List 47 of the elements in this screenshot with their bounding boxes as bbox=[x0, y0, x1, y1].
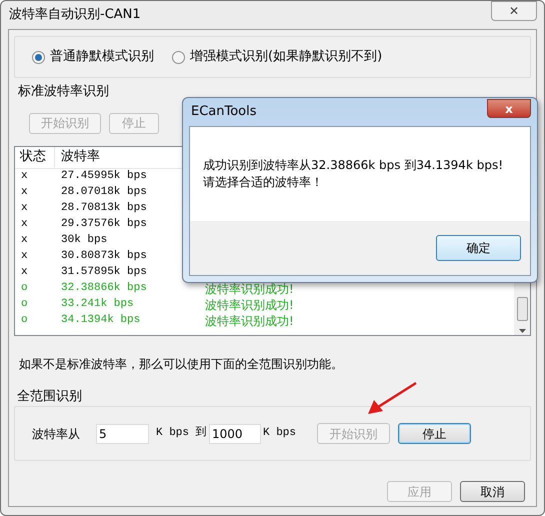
hint-text: 如果不是标准波特率，那么可以使用下面的全范围识别功能。 bbox=[18, 356, 344, 372]
result-cell-text: 波特率识别成功! bbox=[205, 280, 294, 298]
message-text: 请选择合适的波特率！ bbox=[203, 174, 324, 191]
scroll-thumb[interactable] bbox=[516, 296, 528, 320]
status-cell-text: x bbox=[20, 201, 29, 216]
message-box-title: ECanTools bbox=[190, 103, 257, 122]
rate-cell-text: 30.80873k bps bbox=[60, 249, 148, 264]
unit-label: K bps bbox=[263, 426, 298, 442]
button[interactable]: 停止 bbox=[398, 423, 471, 444]
status-cell-text: x bbox=[20, 217, 29, 232]
rate-cell-text: 28.07018k bps bbox=[60, 185, 148, 200]
rate-cell-text: 31.57895k bps bbox=[60, 265, 148, 280]
status-cell-text: o bbox=[20, 297, 29, 312]
ok-button[interactable]: 确定 bbox=[436, 235, 521, 261]
rate-cell-text: 28.70813k bps bbox=[60, 201, 148, 216]
status-cell-text: x bbox=[20, 265, 29, 280]
radio-option[interactable]: 增强模式识别(如果静默识别不到) bbox=[172, 47, 382, 67]
status-cell-text: o bbox=[20, 281, 29, 296]
column-header[interactable]: 波特率 bbox=[55, 147, 100, 167]
status-cell-text: x bbox=[20, 169, 29, 184]
input-field[interactable]: 5 bbox=[96, 424, 149, 444]
input-field[interactable]: 1000 bbox=[209, 424, 261, 444]
status-cell-text: x bbox=[20, 233, 29, 248]
unit-label: K bps 到 bbox=[156, 425, 205, 442]
field-label: 波特率从 bbox=[32, 426, 81, 442]
status-cell-text: x bbox=[20, 185, 29, 200]
rate-cell-text: 34.1394k bps bbox=[60, 313, 142, 328]
group-title: 标准波特率识别 bbox=[18, 83, 109, 101]
rate-cell-text: 29.37576k bps bbox=[60, 217, 148, 232]
scroll-down-icon[interactable] bbox=[518, 328, 526, 332]
result-cell-text: 波特率识别成功! bbox=[205, 296, 294, 314]
status-cell-text: x bbox=[20, 249, 29, 264]
rate-cell-text: 32.38866k bps bbox=[60, 281, 148, 296]
close-button[interactable]: ✕ bbox=[491, 1, 537, 21]
annotation-arrow bbox=[366, 381, 418, 415]
window-title: 波特率自动识别-CAN1 bbox=[8, 6, 141, 24]
rate-cell-text: 33.241k bps bbox=[60, 297, 135, 312]
group-title: 全范围识别 bbox=[17, 388, 82, 406]
radio-option[interactable]: 普通静默模式识别 bbox=[32, 47, 154, 67]
rate-cell-text: 27.45995k bps bbox=[60, 169, 148, 184]
button[interactable]: 取消 bbox=[460, 481, 525, 502]
message-text: 成功识别到波特率从32.38866k bps 到34.1394k bps! bbox=[203, 157, 504, 174]
rate-cell-text: 30k bps bbox=[60, 233, 108, 248]
status-cell-text: o bbox=[20, 313, 29, 328]
column-header[interactable]: 状态 bbox=[15, 147, 55, 167]
result-cell-text: 波特率识别成功! bbox=[205, 312, 294, 330]
close-button[interactable]: x bbox=[487, 98, 531, 118]
